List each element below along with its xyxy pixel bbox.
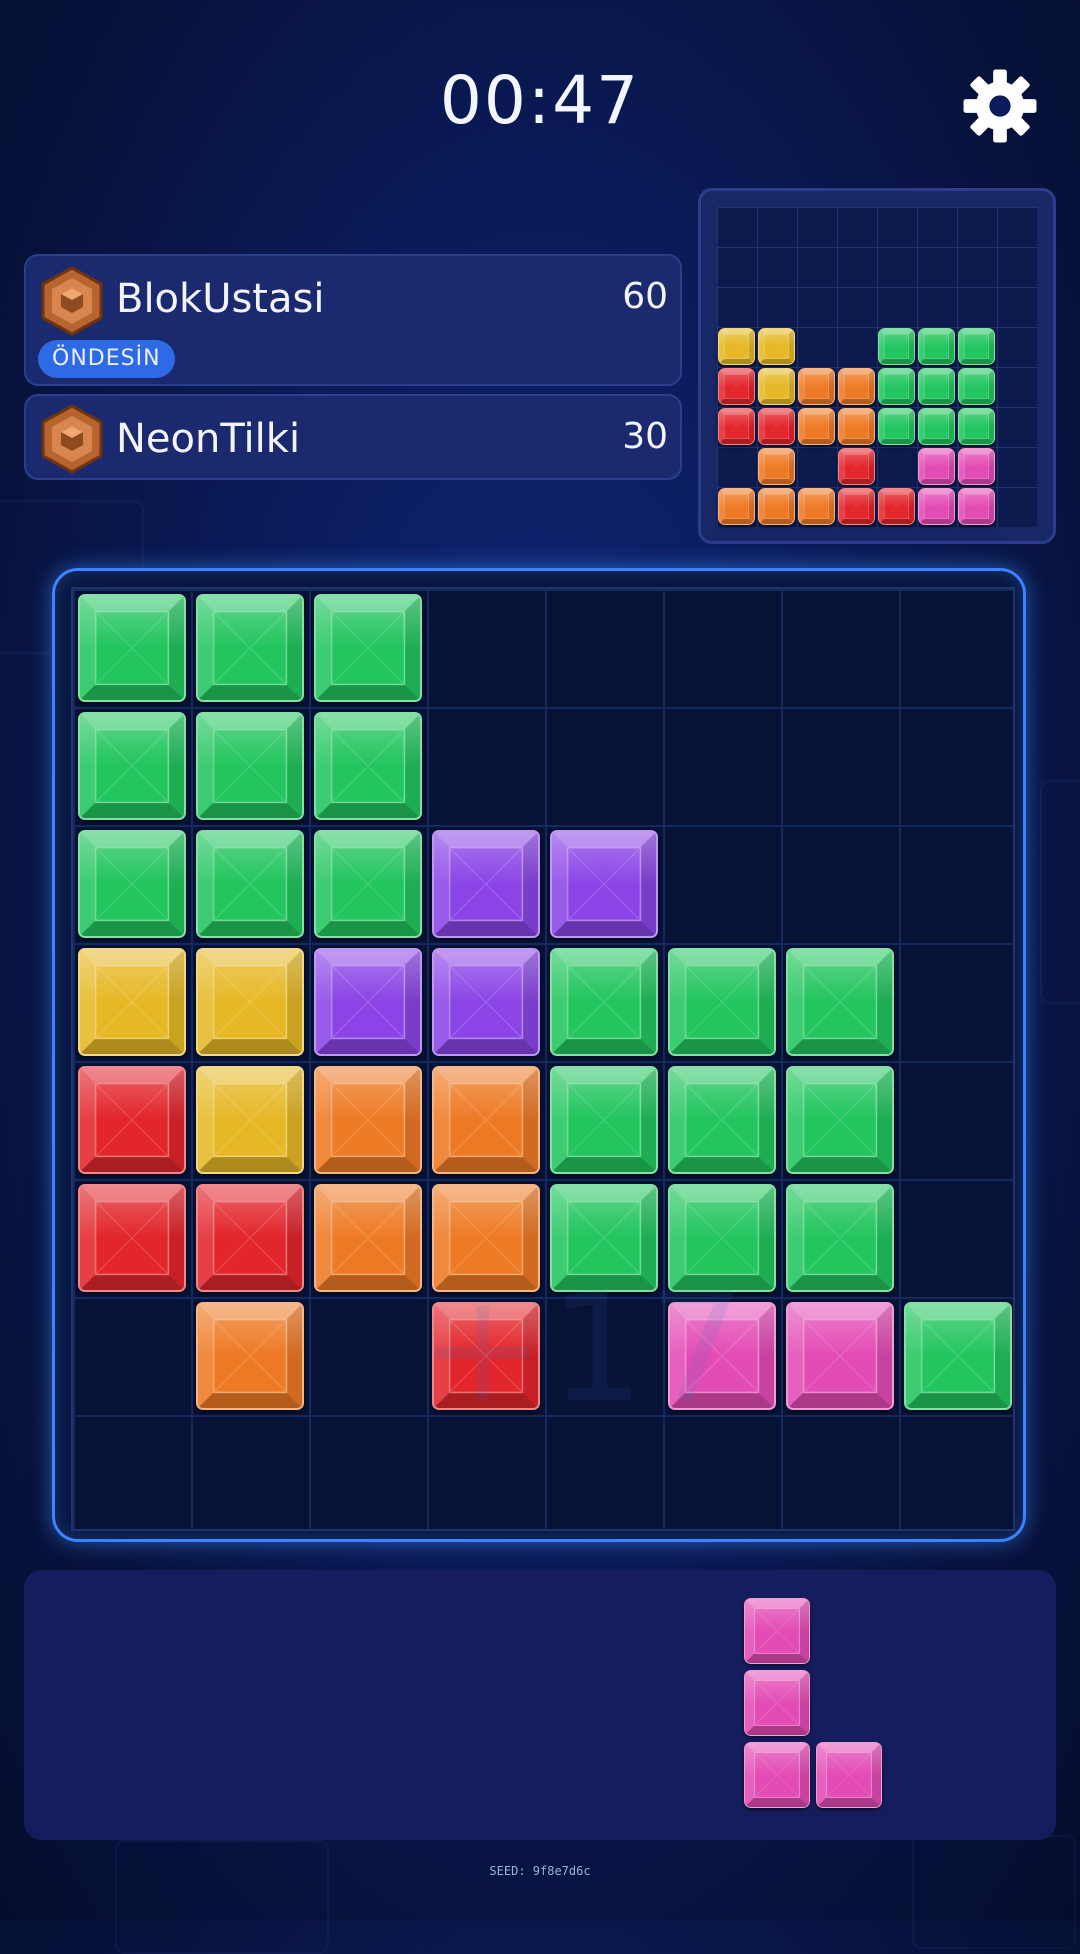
hexagon-rank-badge-icon bbox=[41, 404, 103, 474]
mini-board-block bbox=[918, 448, 955, 485]
mini-board-block bbox=[718, 368, 755, 405]
board-block bbox=[550, 830, 658, 938]
background-decoration bbox=[1040, 780, 1080, 1004]
match-timer: 00:47 bbox=[439, 62, 641, 139]
hexagon-rank-badge-icon bbox=[41, 266, 103, 336]
piece-tray bbox=[24, 1570, 1056, 1840]
mini-board-block bbox=[838, 408, 875, 445]
board-block bbox=[786, 1184, 894, 1292]
mini-board-block bbox=[878, 488, 915, 525]
board-block bbox=[196, 830, 304, 938]
mini-board-block bbox=[958, 368, 995, 405]
leading-status-badge: ÖNDESİN bbox=[38, 340, 175, 378]
mini-board-block bbox=[718, 328, 755, 365]
mini-board-block bbox=[958, 328, 995, 365]
mini-board-block bbox=[758, 488, 795, 525]
board-block bbox=[668, 1066, 776, 1174]
board-block bbox=[550, 948, 658, 1056]
board-block bbox=[78, 1066, 186, 1174]
background-decoration bbox=[115, 1840, 329, 1954]
board-block bbox=[78, 712, 186, 820]
board-block bbox=[78, 594, 186, 702]
board-block bbox=[786, 1302, 894, 1410]
board-block bbox=[786, 1066, 894, 1174]
mini-board-block bbox=[758, 448, 795, 485]
board-block bbox=[78, 1184, 186, 1292]
board-block bbox=[432, 948, 540, 1056]
board-block bbox=[432, 830, 540, 938]
board-block bbox=[196, 948, 304, 1056]
seed-label: SEED: 9f8e7d6c bbox=[489, 1864, 591, 1878]
piece-block bbox=[744, 1598, 810, 1664]
board-block bbox=[196, 1066, 304, 1174]
opponent-mini-board bbox=[698, 188, 1056, 544]
board-block bbox=[432, 1066, 540, 1174]
board-block bbox=[314, 594, 422, 702]
mini-board-block bbox=[758, 408, 795, 445]
next-piece[interactable] bbox=[744, 1598, 888, 1814]
mini-board-block bbox=[918, 408, 955, 445]
mini-board-block bbox=[958, 488, 995, 525]
mini-board-block bbox=[718, 408, 755, 445]
board-block bbox=[78, 830, 186, 938]
board-block bbox=[668, 948, 776, 1056]
piece-block bbox=[816, 1742, 882, 1808]
opponent-mini-grid bbox=[717, 207, 1037, 527]
mini-board-block bbox=[878, 408, 915, 445]
board-block bbox=[314, 948, 422, 1056]
piece-block bbox=[744, 1742, 810, 1808]
board-block bbox=[314, 712, 422, 820]
mini-board-block bbox=[958, 448, 995, 485]
player-score: 60 bbox=[622, 276, 668, 317]
board-block bbox=[196, 594, 304, 702]
mini-board-block bbox=[878, 368, 915, 405]
player-name: NeonTilki bbox=[116, 416, 301, 462]
piece-block bbox=[744, 1670, 810, 1736]
player-card-1: BlokUstasi 60 ÖNDESİN bbox=[24, 254, 682, 386]
background-decoration bbox=[912, 1835, 1076, 1949]
board-block bbox=[196, 712, 304, 820]
player-name: BlokUstasi bbox=[116, 276, 325, 322]
board-block bbox=[314, 830, 422, 938]
mini-board-block bbox=[798, 368, 835, 405]
mini-board-block bbox=[918, 368, 955, 405]
mini-board-block bbox=[918, 488, 955, 525]
mini-board-block bbox=[838, 448, 875, 485]
mini-board-block bbox=[838, 368, 875, 405]
board-block bbox=[786, 948, 894, 1056]
mini-board-block bbox=[798, 488, 835, 525]
board-block bbox=[196, 1302, 304, 1410]
gear-icon[interactable] bbox=[962, 68, 1038, 144]
mini-board-block bbox=[718, 488, 755, 525]
board-block bbox=[78, 948, 186, 1056]
board-block bbox=[904, 1302, 1012, 1410]
board-block bbox=[314, 1066, 422, 1174]
player-card-2: NeonTilki 30 bbox=[24, 394, 682, 480]
mini-board-block bbox=[918, 328, 955, 365]
board-block bbox=[196, 1184, 304, 1292]
mini-board-block bbox=[958, 408, 995, 445]
mini-board-block bbox=[758, 368, 795, 405]
board-block bbox=[550, 1066, 658, 1174]
mini-board-block bbox=[878, 328, 915, 365]
mini-board-block bbox=[838, 488, 875, 525]
mini-board-block bbox=[758, 328, 795, 365]
score-popup-watermark: +17 bbox=[420, 1262, 749, 1436]
mini-board-block bbox=[798, 408, 835, 445]
player-score: 30 bbox=[622, 416, 668, 457]
board-block bbox=[314, 1184, 422, 1292]
